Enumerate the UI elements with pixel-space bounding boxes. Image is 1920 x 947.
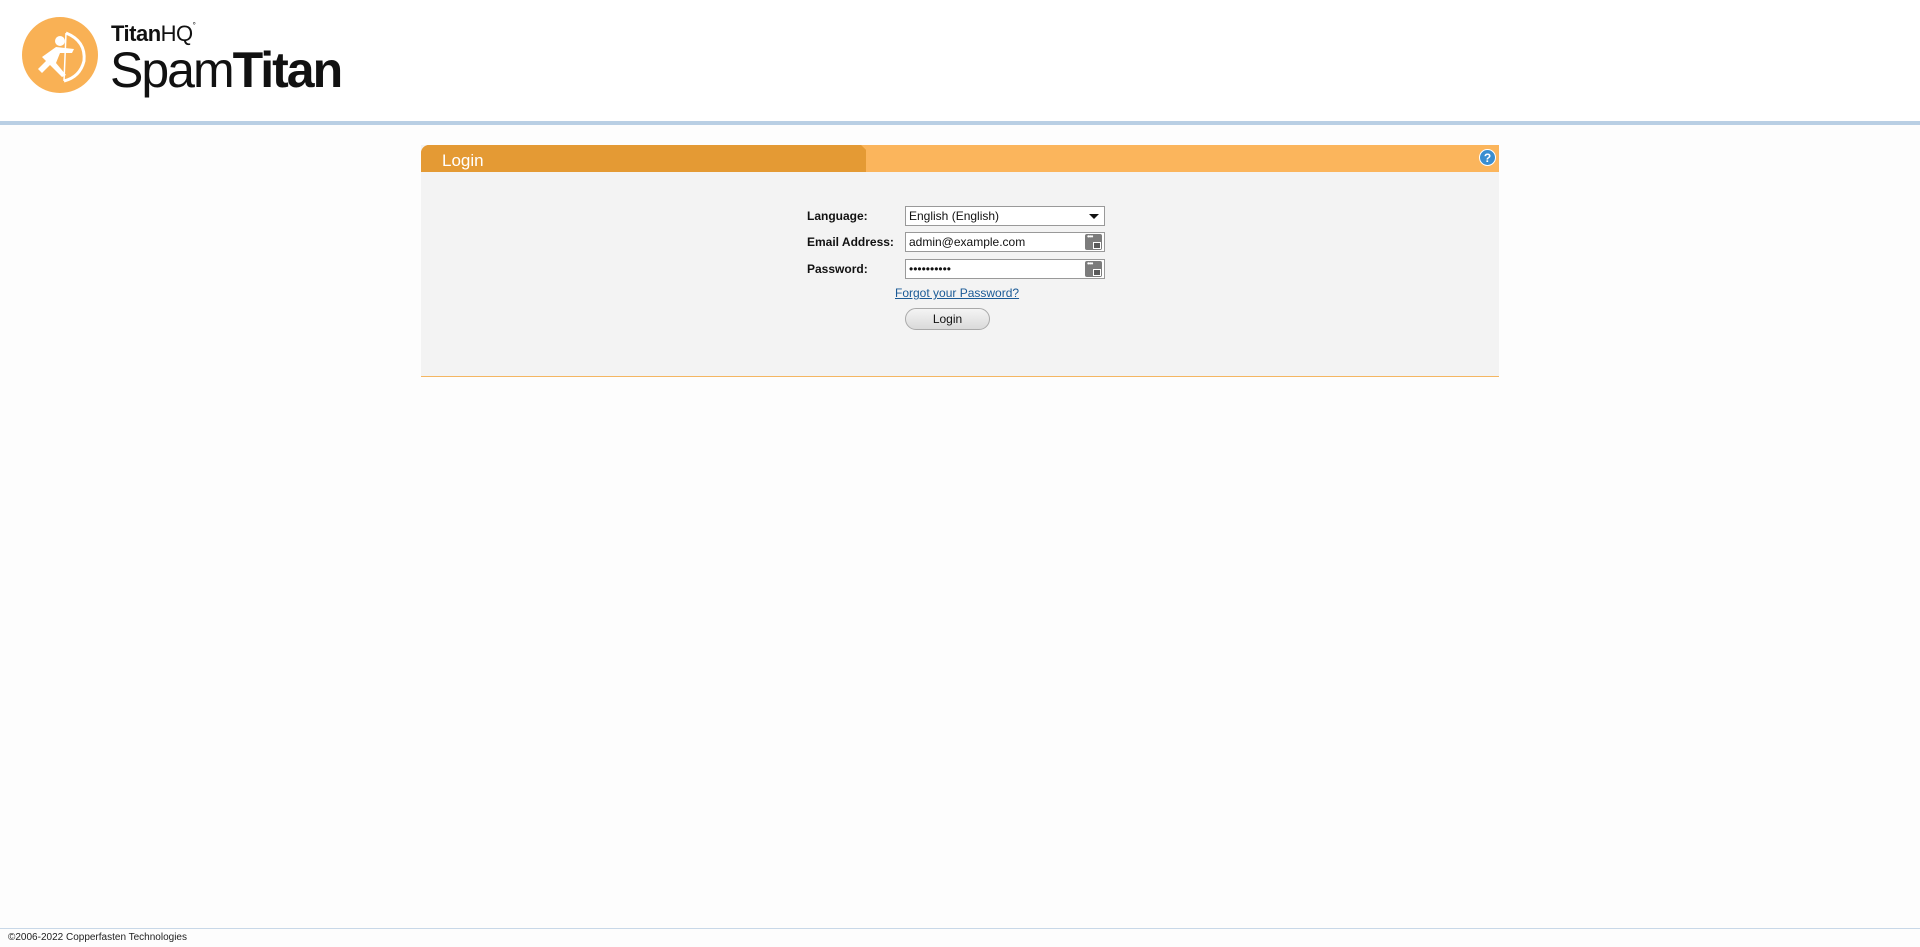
titan-archer-icon — [22, 17, 98, 93]
spamtitan-wordmark: SpamTitan — [110, 42, 343, 98]
email-field[interactable]: admin@example.com — [905, 232, 1105, 252]
panel-title: Login — [442, 151, 484, 170]
email-value: admin@example.com — [909, 235, 1026, 249]
email-row: Email Address: admin@example.com — [807, 232, 1107, 254]
password-manager-icon[interactable] — [1085, 260, 1102, 277]
spamtitan-logo[interactable]: TitanHQ° SpamTitan — [22, 17, 343, 98]
password-row: Password: •••••••••• — [807, 259, 1107, 281]
language-select[interactable]: English (English) — [905, 206, 1105, 226]
panel-header-tab — [421, 145, 866, 172]
forgot-password-link[interactable]: Forgot your Password? — [895, 286, 1019, 300]
help-icon[interactable]: ? — [1479, 149, 1496, 166]
language-selected-value: English (English) — [909, 209, 1000, 223]
language-row: Language: English (English) — [807, 206, 1107, 228]
language-label: Language: — [807, 209, 868, 223]
password-label: Password: — [807, 262, 868, 276]
chevron-down-icon — [1089, 214, 1099, 219]
password-manager-icon[interactable] — [1085, 233, 1102, 250]
footer-divider — [0, 928, 1920, 929]
email-label: Email Address: — [807, 235, 894, 249]
copyright-text: ©2006-2022 Copperfasten Technologies — [8, 932, 187, 943]
page-header: TitanHQ° SpamTitan — [0, 0, 1920, 122]
login-button[interactable]: Login — [905, 308, 990, 330]
password-value: •••••••••• — [909, 262, 952, 276]
login-panel-header: Login ? — [421, 145, 1499, 172]
header-divider — [0, 121, 1920, 125]
password-field[interactable]: •••••••••• — [905, 259, 1105, 279]
